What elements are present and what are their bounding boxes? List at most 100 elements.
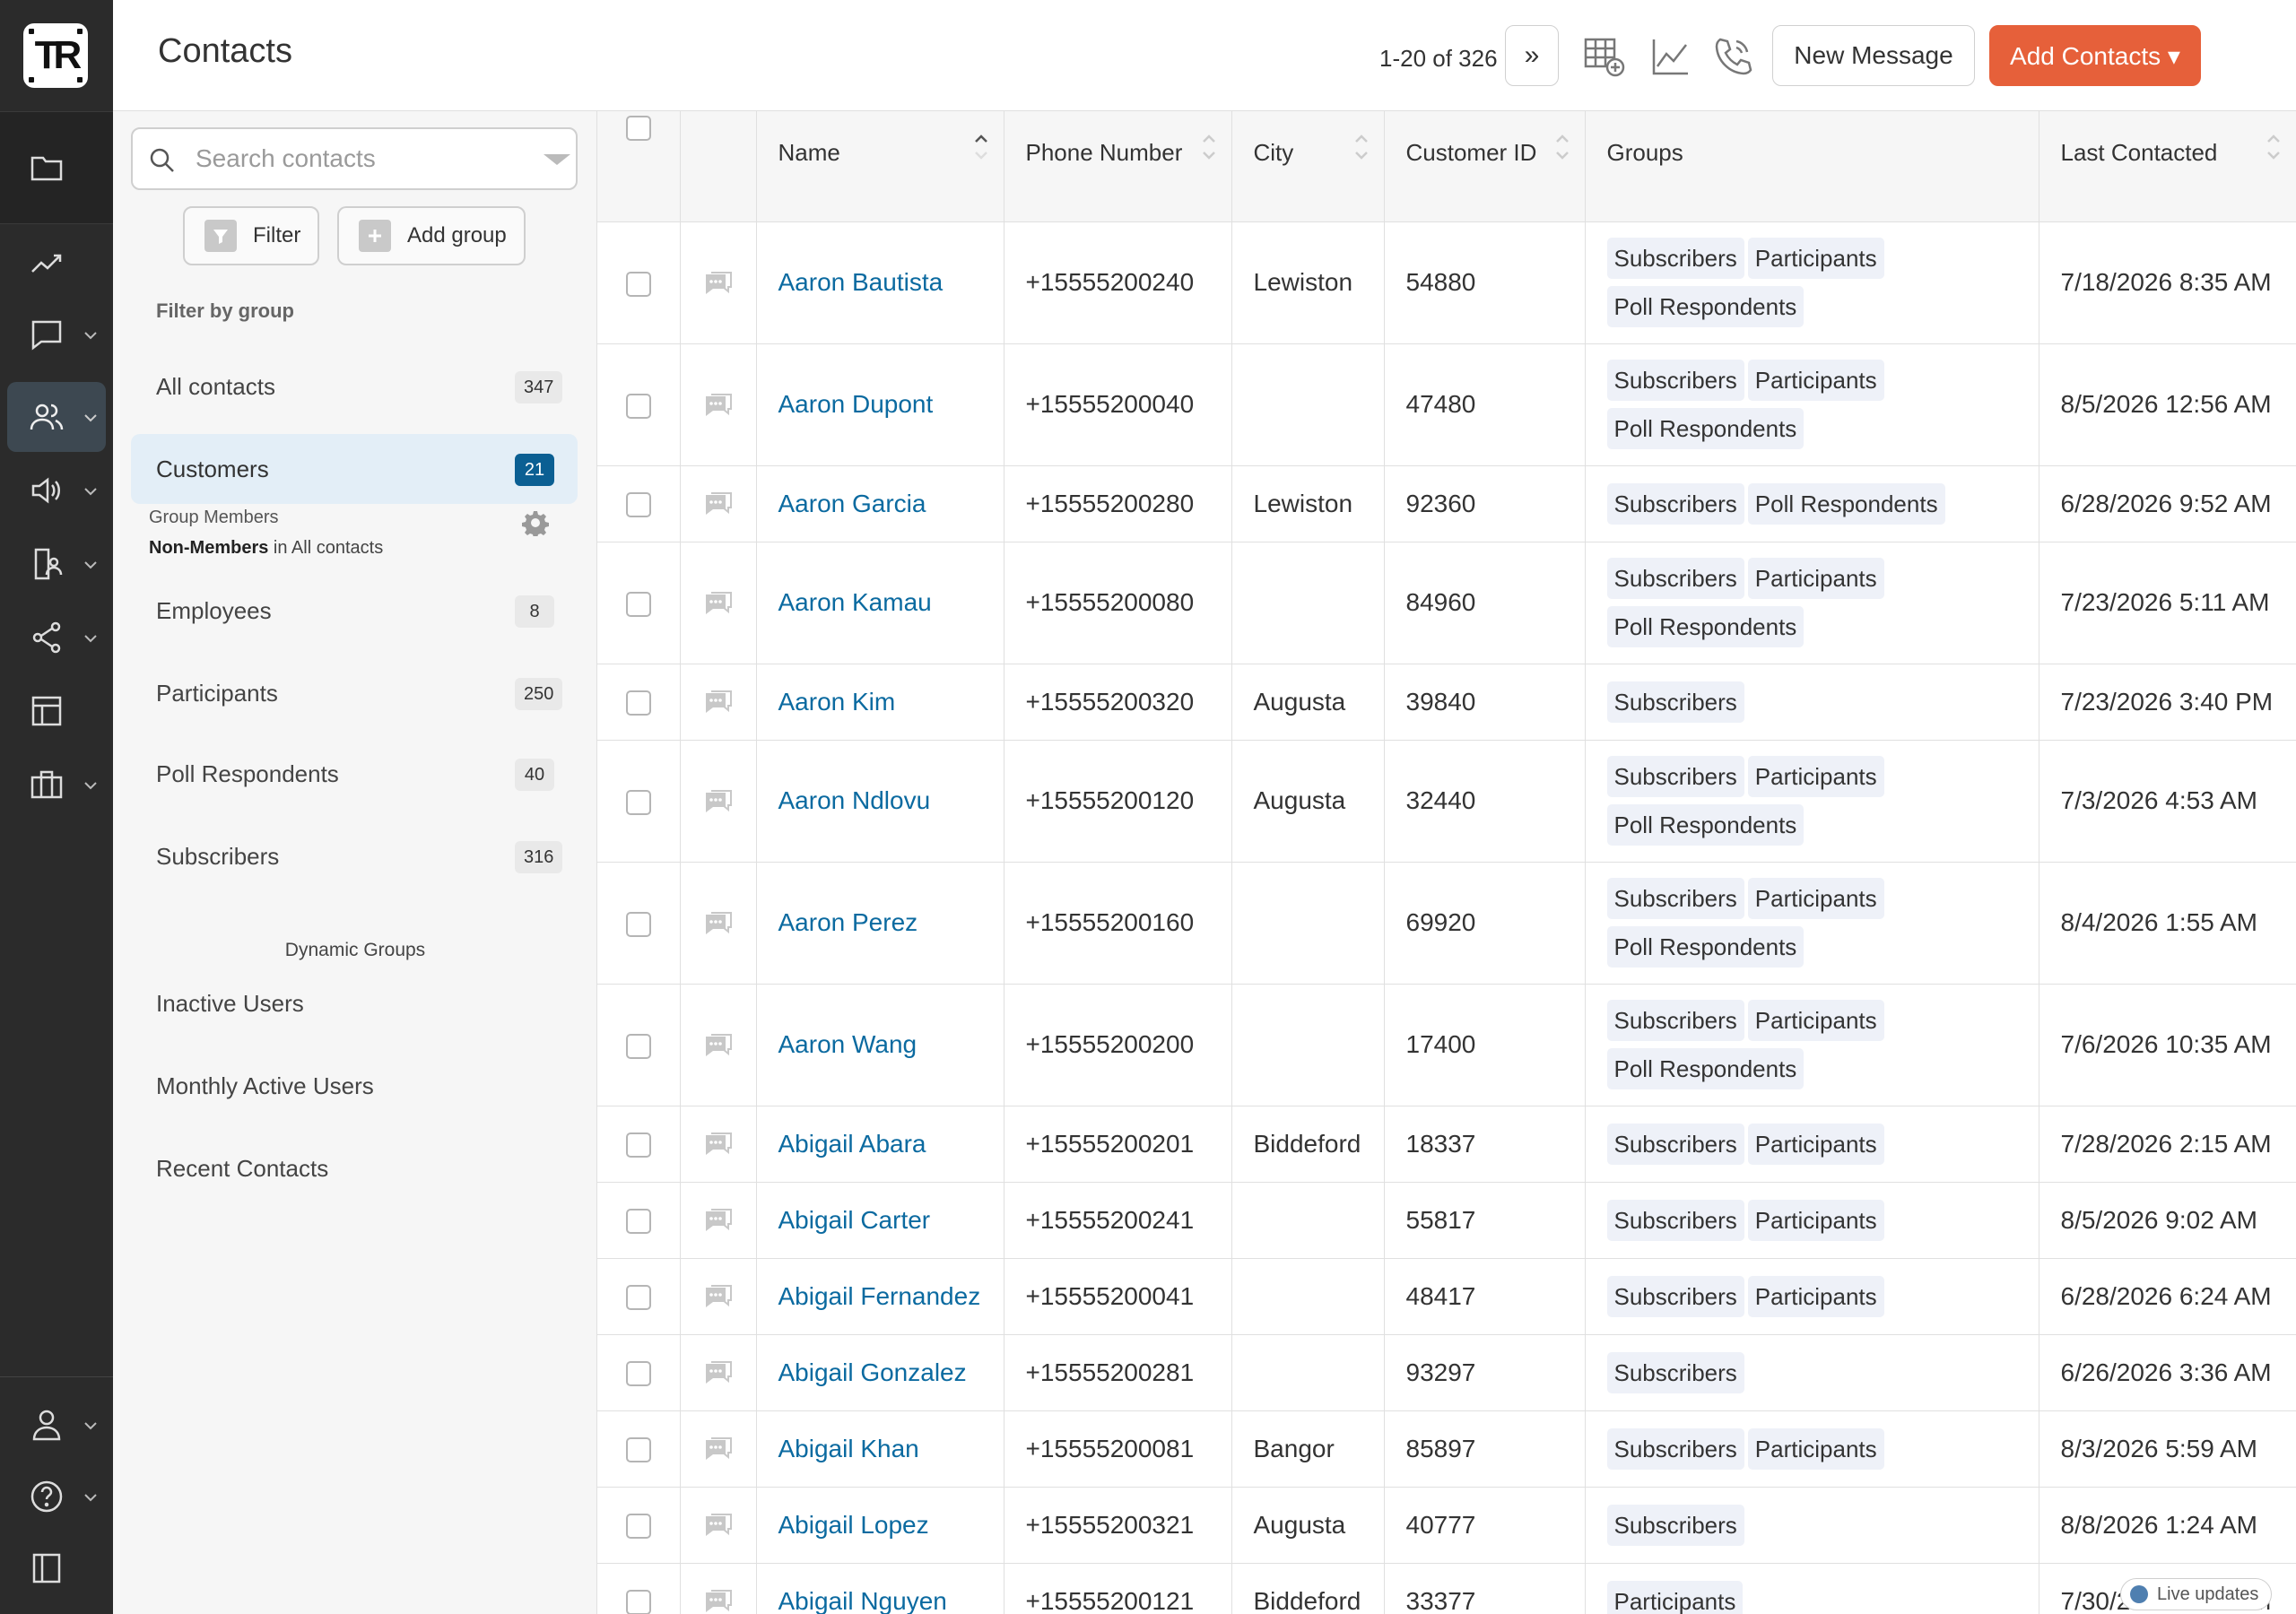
group-tag[interactable]: Poll Respondents — [1747, 482, 1945, 525]
share-nav-button[interactable] — [7, 603, 106, 672]
table-row[interactable]: Abigail Khan +15555200081 Bangor 85897 Subsc… — [597, 1410, 2296, 1488]
group-tag[interactable]: Participants — [1747, 1199, 1884, 1241]
message-bubble-icon[interactable] — [702, 1282, 735, 1311]
group-tag[interactable]: Participants — [1747, 238, 1884, 279]
group-tag[interactable]: Subscribers — [1606, 1199, 1744, 1241]
table-row[interactable]: Aaron Kim +15555200320 Augusta 39840 Subscri… — [597, 664, 2296, 741]
messages-nav-button[interactable] — [7, 299, 106, 369]
folder-nav-button[interactable] — [7, 132, 106, 202]
message-bubble-icon[interactable] — [702, 1511, 735, 1540]
message-bubble-icon[interactable] — [702, 391, 735, 420]
gear-icon[interactable] — [522, 509, 549, 536]
table-row[interactable]: Abigail Abara +15555200201 Biddeford 18337 S… — [597, 1106, 2296, 1183]
table-row[interactable]: Aaron Bautista +15555200240 Lewiston 54880 S… — [597, 221, 2296, 344]
contact-name-link[interactable]: Aaron Kamau — [778, 588, 932, 616]
contact-name-link[interactable]: Aaron Wang — [778, 1030, 918, 1058]
group-tag[interactable]: Poll Respondents — [1606, 1048, 1805, 1089]
table-row[interactable]: Aaron Garcia +15555200280 Lewiston 92360 Sub… — [597, 465, 2296, 542]
search-box[interactable] — [131, 127, 578, 190]
message-bubble-icon[interactable] — [702, 909, 735, 938]
table-row[interactable]: Aaron Perez +15555200160 69920 Subscribers P… — [597, 862, 2296, 985]
contact-name-link[interactable]: Abigail Abara — [778, 1130, 926, 1158]
filter-button[interactable]: Filter — [183, 206, 319, 265]
contact-name-link[interactable]: Abigail Nguyen — [778, 1587, 947, 1614]
group-tag[interactable]: Participants — [1747, 1427, 1884, 1470]
group-tag[interactable]: Participants — [1747, 1123, 1884, 1165]
row-checkbox[interactable] — [625, 911, 651, 937]
table-row[interactable]: Aaron Ndlovu +15555200120 Augusta 32440 Subs… — [597, 740, 2296, 863]
contact-name-link[interactable]: Abigail Carter — [778, 1206, 931, 1234]
group-tag[interactable]: Participants — [1747, 1275, 1884, 1317]
group-tag[interactable]: Poll Respondents — [1606, 408, 1805, 449]
group-item-poll-respondents[interactable]: Poll Respondents 40 — [131, 739, 578, 809]
group-tag[interactable]: Subscribers — [1606, 1504, 1744, 1546]
column-header-name[interactable]: Name — [756, 111, 1004, 222]
contact-name-link[interactable]: Abigail Fernandez — [778, 1282, 981, 1310]
table-nav-button[interactable] — [7, 676, 106, 746]
row-checkbox[interactable] — [625, 690, 651, 716]
add-group-button[interactable]: Add group — [337, 206, 526, 265]
forms-nav-button[interactable] — [7, 529, 106, 599]
group-item-subscribers[interactable]: Subscribers 316 — [131, 821, 578, 891]
group-tag[interactable]: Poll Respondents — [1606, 926, 1805, 968]
dynamic-group-recent-contacts[interactable]: Recent Contacts — [131, 1133, 578, 1203]
contact-name-link[interactable]: Abigail Lopez — [778, 1511, 929, 1539]
search-dropdown-icon[interactable] — [544, 154, 570, 165]
row-checkbox[interactable] — [625, 789, 651, 815]
add-contacts-button[interactable]: Add Contacts ▾ — [1989, 25, 2201, 86]
column-header-last-contacted[interactable]: Last Contacted — [2039, 111, 2296, 222]
contact-name-link[interactable]: Aaron Perez — [778, 908, 918, 936]
column-header-customer-id[interactable]: Customer ID — [1384, 111, 1586, 222]
message-bubble-icon[interactable] — [702, 589, 735, 618]
account-nav-button[interactable] — [7, 1390, 106, 1460]
message-bubble-icon[interactable] — [702, 1435, 735, 1463]
contact-name-link[interactable]: Aaron Garcia — [778, 490, 926, 517]
table-row[interactable]: Abigail Carter +15555200241 55817 Subscribe… — [597, 1182, 2296, 1259]
group-tag[interactable]: Participants — [1747, 558, 1884, 599]
row-checkbox[interactable] — [625, 492, 651, 518]
group-members-link[interactable]: Group Members — [149, 508, 279, 528]
group-tag[interactable]: Poll Respondents — [1606, 606, 1805, 647]
message-bubble-icon[interactable] — [702, 1031, 735, 1060]
group-item-customers[interactable]: Customers 21 — [131, 434, 578, 504]
integrations-nav-button[interactable] — [7, 750, 106, 820]
group-tag[interactable]: Subscribers — [1606, 1427, 1744, 1470]
dynamic-group-monthly-active-users[interactable]: Monthly Active Users — [131, 1051, 578, 1121]
group-tag[interactable]: Subscribers — [1606, 558, 1744, 599]
row-checkbox[interactable] — [625, 591, 651, 617]
message-bubble-icon[interactable] — [702, 269, 735, 298]
table-row[interactable]: Abigail Lopez +15555200321 Augusta 40777 Sub… — [597, 1487, 2296, 1564]
row-checkbox[interactable] — [625, 1285, 651, 1311]
row-checkbox[interactable] — [625, 1590, 651, 1614]
table-row[interactable]: Abigail Fernandez +15555200041 48417 Subscr… — [597, 1258, 2296, 1335]
row-checkbox[interactable] — [625, 1514, 651, 1540]
table-row[interactable]: Aaron Dupont +15555200040 47480 Subscribers… — [597, 343, 2296, 466]
group-tag[interactable]: Subscribers — [1606, 756, 1744, 797]
phone-call-icon[interactable] — [1711, 34, 1756, 79]
message-bubble-icon[interactable] — [702, 1130, 735, 1158]
dynamic-group-inactive-users[interactable]: Inactive Users — [131, 968, 578, 1038]
table-row[interactable]: Abigail Gonzalez +15555200281 93297 Subscri… — [597, 1334, 2296, 1411]
group-tag[interactable]: Subscribers — [1606, 1351, 1744, 1393]
row-checkbox[interactable] — [625, 271, 651, 297]
row-checkbox[interactable] — [625, 1361, 651, 1387]
contact-name-link[interactable]: Abigail Khan — [778, 1435, 919, 1462]
message-bubble-icon[interactable] — [702, 490, 735, 518]
contact-name-link[interactable]: Aaron Kim — [778, 688, 896, 716]
next-page-button[interactable]: » — [1505, 25, 1559, 86]
group-tag[interactable]: Participants — [1606, 1580, 1744, 1614]
group-tag[interactable]: Participants — [1747, 360, 1884, 401]
app-logo[interactable]: TR — [23, 23, 88, 88]
group-item-all-contacts[interactable]: All contacts 347 — [131, 351, 578, 421]
search-input[interactable] — [196, 138, 518, 179]
group-tag[interactable]: Subscribers — [1606, 238, 1744, 279]
group-tag[interactable]: Subscribers — [1606, 1000, 1744, 1041]
group-tag[interactable]: Participants — [1747, 1000, 1884, 1041]
group-item-employees[interactable]: Employees 8 — [131, 576, 578, 646]
column-header-city[interactable]: City — [1231, 111, 1385, 222]
column-header-phone[interactable]: Phone Number — [1004, 111, 1232, 222]
message-bubble-icon[interactable] — [702, 1206, 735, 1235]
message-bubble-icon[interactable] — [702, 1358, 735, 1387]
message-bubble-icon[interactable] — [702, 688, 735, 716]
select-all-checkbox[interactable] — [625, 116, 651, 142]
